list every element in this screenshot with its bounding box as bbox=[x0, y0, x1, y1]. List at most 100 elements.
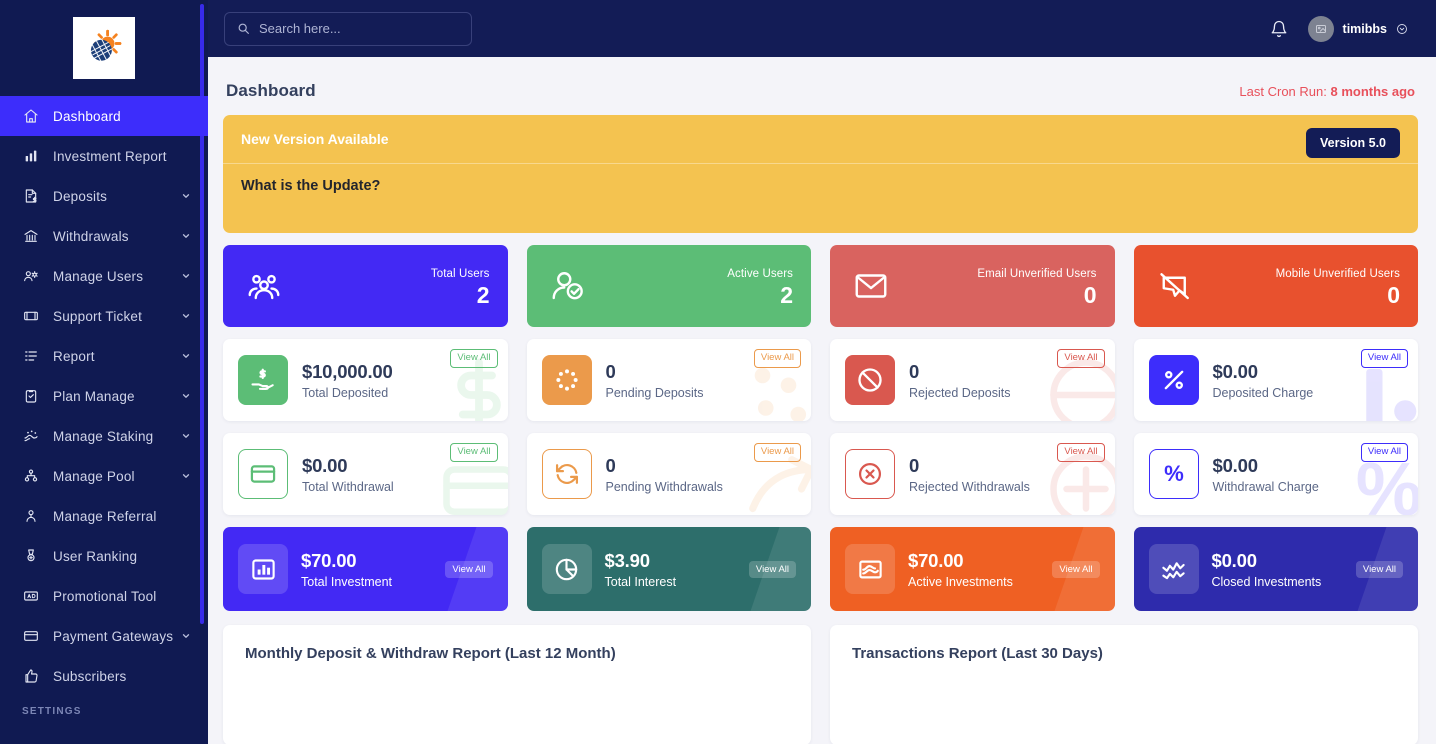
top-navbar: Search here... timibbs bbox=[208, 0, 1436, 57]
sidebar-item-label: Payment Gateways bbox=[53, 628, 174, 644]
view-all-button[interactable]: View All bbox=[1355, 560, 1403, 578]
user-stat-value: 2 bbox=[780, 281, 793, 308]
sidebar-item-label: Manage Staking bbox=[53, 428, 154, 444]
sidebar-item-subscribers[interactable]: Subscribers bbox=[0, 656, 208, 696]
view-all-button[interactable]: View All bbox=[1052, 560, 1100, 578]
view-all-button[interactable]: View All bbox=[1057, 349, 1105, 368]
chevron-down-icon[interactable] bbox=[180, 190, 192, 202]
sidebar-item-label: Deposits bbox=[53, 188, 108, 204]
investment-card[interactable]: $3.90 Total Interest View All bbox=[526, 527, 811, 611]
stat-card-label: Rejected Withdrawals bbox=[909, 479, 1030, 494]
stat-card-body: 0 Pending Deposits bbox=[606, 361, 704, 400]
stat-card[interactable]: $0.00 Total Withdrawal View All bbox=[223, 433, 508, 515]
stat-card[interactable]: 0 Rejected Deposits View All bbox=[830, 339, 1115, 421]
sidebar-item-dashboard[interactable]: Dashboard bbox=[0, 96, 208, 136]
view-all-button[interactable]: View All bbox=[445, 560, 493, 578]
view-all-button[interactable]: View All bbox=[753, 349, 801, 368]
view-all-button[interactable]: View All bbox=[1360, 349, 1408, 368]
sidebar-item-withdrawals[interactable]: Withdrawals bbox=[0, 216, 208, 256]
stat-card-body: 0 Rejected Withdrawals bbox=[909, 455, 1030, 494]
search-placeholder-text: Search here... bbox=[259, 21, 341, 36]
dashboard-content: Dashboard Last Cron Run: 8 months ago Ne… bbox=[208, 57, 1436, 744]
view-all-button[interactable]: View All bbox=[748, 560, 796, 578]
sidebar-item-support-ticket[interactable]: Support Ticket bbox=[0, 296, 208, 336]
stat-card[interactable]: 0 Rejected Withdrawals View All bbox=[830, 433, 1115, 515]
view-all-button[interactable]: View All bbox=[450, 349, 498, 368]
sidebar-item-manage-staking[interactable]: Manage Staking bbox=[0, 416, 208, 456]
sidebar-item-report[interactable]: Report bbox=[0, 336, 208, 376]
user-stat-text: Mobile Unverified Users 0 bbox=[1276, 264, 1400, 309]
sidebar-item-user-ranking[interactable]: User Ranking bbox=[0, 536, 208, 576]
stat-card-body: $0.00 Withdrawal Charge bbox=[1213, 455, 1319, 494]
version-badge[interactable]: Version 5.0 bbox=[1305, 128, 1400, 158]
sidebar-item-manage-pool[interactable]: Manage Pool bbox=[0, 456, 208, 496]
user-menu[interactable]: timibbs bbox=[1307, 15, 1408, 42]
sidebar-item-label: Dashboard bbox=[53, 108, 121, 124]
sidebar-item-deposits[interactable]: Deposits bbox=[0, 176, 208, 216]
investment-card[interactable]: $70.00 Active Investments View All bbox=[830, 527, 1115, 611]
chevron-down-icon[interactable] bbox=[180, 230, 192, 242]
chevron-down-icon[interactable] bbox=[180, 310, 192, 322]
stat-card-body: 0 Rejected Deposits bbox=[909, 361, 1010, 400]
investment-card[interactable]: $0.00 Closed Investments View All bbox=[1133, 527, 1418, 611]
stat-card-value: 0 bbox=[605, 360, 616, 382]
user-stat-value: 0 bbox=[1083, 281, 1097, 308]
main-area: Search here... timibbs Dashboard Last Cr… bbox=[208, 0, 1436, 744]
view-all-button[interactable]: View All bbox=[1360, 443, 1408, 462]
chevron-down-icon[interactable] bbox=[180, 630, 192, 642]
sidebar-item-plan-manage[interactable]: Plan Manage bbox=[0, 376, 208, 416]
view-all-button[interactable]: View All bbox=[1057, 443, 1105, 462]
user-stat-card[interactable]: Email Unverified Users 0 bbox=[830, 245, 1115, 327]
sidebar-item-payment-gateways[interactable]: Payment Gateways bbox=[0, 616, 208, 656]
version-banner-title: New Version Available bbox=[241, 131, 389, 147]
sidebar-item-manage-users[interactable]: Manage Users bbox=[0, 256, 208, 296]
stat-card-value: $10,000.00 bbox=[302, 360, 393, 382]
sidebar-item-investment-report[interactable]: Investment Report bbox=[0, 136, 208, 176]
stat-card[interactable]: 0 Pending Withdrawals View All bbox=[526, 433, 811, 515]
sidebar-item-label: Support Ticket bbox=[53, 308, 143, 324]
user-stat-card[interactable]: Total Users 2 bbox=[223, 245, 508, 327]
home-icon bbox=[22, 107, 40, 125]
sidebar-item-label: Promotional Tool bbox=[53, 588, 157, 604]
notifications-button[interactable] bbox=[1268, 18, 1290, 40]
ad-icon bbox=[22, 587, 40, 605]
version-banner-question: What is the Update? bbox=[241, 178, 381, 194]
stat-card[interactable]: $0.00 Deposited Charge View All bbox=[1133, 339, 1418, 421]
sidebar-item-manage-referral[interactable]: Manage Referral bbox=[0, 496, 208, 536]
user-stat-card[interactable]: Mobile Unverified Users 0 bbox=[1133, 245, 1418, 327]
sidebar-scrollbar-thumb[interactable] bbox=[200, 4, 204, 624]
mobile-slash-icon bbox=[1152, 263, 1198, 309]
cron-status: Last Cron Run: 8 months ago bbox=[1239, 84, 1415, 99]
bell-icon bbox=[1271, 20, 1286, 37]
bar-chart-icon bbox=[22, 147, 40, 165]
investment-card-value: $70.00 bbox=[301, 549, 357, 571]
user-stat-card[interactable]: Active Users 2 bbox=[526, 245, 811, 327]
bar-chart-box-icon bbox=[238, 544, 288, 594]
stat-card-body: 0 Pending Withdrawals bbox=[606, 455, 723, 494]
user-stat-text: Total Users 2 bbox=[431, 264, 490, 309]
sidebar-item-label: Manage Referral bbox=[53, 508, 157, 524]
stat-card-value: $0.00 bbox=[1212, 454, 1258, 476]
stat-card-label: Total Deposited bbox=[302, 385, 389, 400]
search-input[interactable]: Search here... bbox=[224, 11, 472, 46]
stat-card[interactable]: % $0.00 Withdrawal Charge View All% bbox=[1133, 433, 1418, 515]
chevron-down-icon[interactable] bbox=[180, 270, 192, 282]
user-stat-value: 2 bbox=[476, 281, 490, 308]
app-logo[interactable] bbox=[73, 17, 135, 79]
view-all-button[interactable]: View All bbox=[753, 443, 801, 462]
user-stat-label: Email Unverified Users bbox=[977, 267, 1097, 280]
stat-card[interactable]: 0 Pending Deposits View All bbox=[526, 339, 811, 421]
chevron-down-icon[interactable] bbox=[180, 470, 192, 482]
sidebar-item-label: Withdrawals bbox=[53, 228, 129, 244]
chevron-down-icon[interactable] bbox=[180, 390, 192, 402]
chevron-down-icon[interactable] bbox=[180, 350, 192, 362]
stat-card[interactable]: $10,000.00 Total Deposited View All bbox=[223, 339, 508, 421]
investment-card[interactable]: $70.00 Total Investment View All bbox=[223, 527, 508, 611]
sidebar-item-promotional-tool[interactable]: Promotional Tool bbox=[0, 576, 208, 616]
view-all-button[interactable]: View All bbox=[450, 443, 498, 462]
spinner-dots-icon bbox=[541, 355, 592, 405]
withdraw-stats-row: $0.00 Total Withdrawal View All 0 Pending Wi… bbox=[223, 433, 1418, 515]
sidebar-scrollbar-track[interactable] bbox=[200, 0, 206, 648]
chevron-down-icon[interactable] bbox=[180, 430, 192, 442]
bank-icon bbox=[22, 227, 40, 245]
